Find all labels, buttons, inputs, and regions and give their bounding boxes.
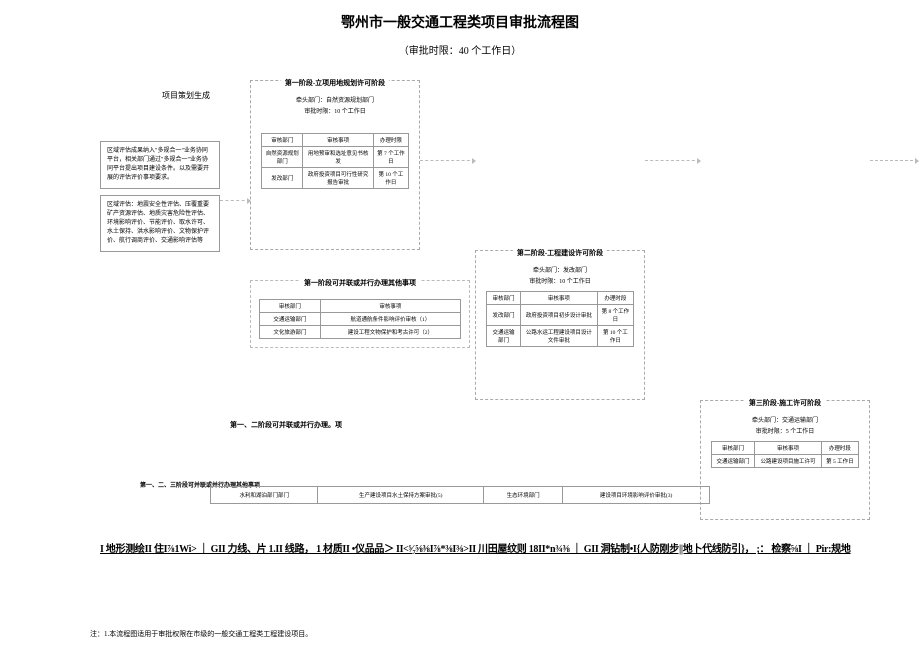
planning-box-1: 区域评估成果纳入"多规合一"业务协同平台，相关部门通过"多规合一"业务协同平台提…: [100, 141, 220, 189]
stage-3-table: 审核部门审核事项办理时段 交通运输部门公路建设项目施工许可第 5 工作日: [711, 441, 859, 468]
stage-1-table: 审核部门审核事项办理时限 自然资源规划部门用地预审和选址意见书核发第 7 个工作…: [261, 133, 409, 189]
arrow-23: [645, 160, 700, 161]
stage-1-sub: 第一阶段可并联或并行办理其他事项 审核部门审核事项 交通运输部门航道通航条件影响…: [250, 280, 470, 348]
page-title: 鄂州市一般交通工程类项目审批流程图: [0, 0, 920, 32]
stage-1-sub-table: 审核部门审核事项 交通运输部门航道通航条件影响评价审核（1） 文化旅游部门建设工…: [259, 299, 461, 339]
stage-3-title: 第三阶段-施工许可阶段: [745, 398, 825, 408]
stage-2-title: 第二阶段-工程建设许可阶段: [513, 248, 607, 258]
stage-2-time: 审批时限：10 个工作日: [486, 276, 634, 285]
flowchart: 项目策划生成 区域评估成果纳入"多规合一"业务协同平台，相关部门通过"多规合一"…: [100, 70, 920, 370]
stage-1-sub-title: 第一阶段可并联或并行办理其他事项: [300, 278, 420, 288]
stage-1-time: 审批时限：10 个工作日: [261, 106, 409, 115]
stage-3-lead: 牵头部门：交通运输部门: [711, 415, 859, 424]
page-subtitle: （审批时限：40 个工作日）: [0, 42, 920, 57]
footnote: 注：1.本流程图适用于审批权限在市级的一般交通工程类工程建设项目。: [90, 629, 312, 639]
stage-3-time: 审批时限：5 个工作日: [711, 426, 859, 435]
bottom-table: 水利和湖泊部门部门 生产建设项目水土保持方案审批(5) 生态环境部门 建设项目环…: [210, 480, 710, 504]
col-planning: 项目策划生成 区域评估成果纳入"多规合一"业务协同平台，相关部门通过"多规合一"…: [100, 70, 220, 252]
note-1: 第一、二阶段可并联或并行办理。项: [230, 420, 342, 430]
stage-3: 第三阶段-施工许可阶段 牵头部门：交通运输部门 审批时限：5 个工作日 审核部门…: [700, 400, 870, 520]
stage-1-title: 第一阶段-立项用地规划许可阶段: [281, 78, 389, 88]
stage-2-lead: 牵头部门：发改部门: [486, 265, 634, 274]
arrow-34: [870, 160, 918, 161]
planning-label: 项目策划生成: [100, 90, 210, 101]
stage-1: 第一阶段-立项用地规划许可阶段 牵头部门：自然资源规划部门 审批时限：10 个工…: [250, 80, 420, 250]
stage-2: 第二阶段-工程建设许可阶段 牵头部门：发改部门 审批时限：10 个工作日 审核部…: [475, 250, 645, 400]
garbled-text: I 地形测绘II 住I⅞1Wi> ｜ GII 力线、片 1.II 线路， 1 材…: [100, 540, 860, 560]
planning-box-2: 区域评估：地震安全性评估、压覆重要矿产资源评估、地质灾害危险性评估、环境影响评价…: [100, 195, 220, 252]
arrow-01: [220, 200, 250, 201]
stage-1-lead: 牵头部门：自然资源规划部门: [261, 95, 409, 104]
stage-2-table: 审核部门审核事项办理时段 发改部门政府投资项目初步设计审批第 8 个工作日 交通…: [486, 291, 634, 347]
arrow-12: [420, 160, 475, 161]
